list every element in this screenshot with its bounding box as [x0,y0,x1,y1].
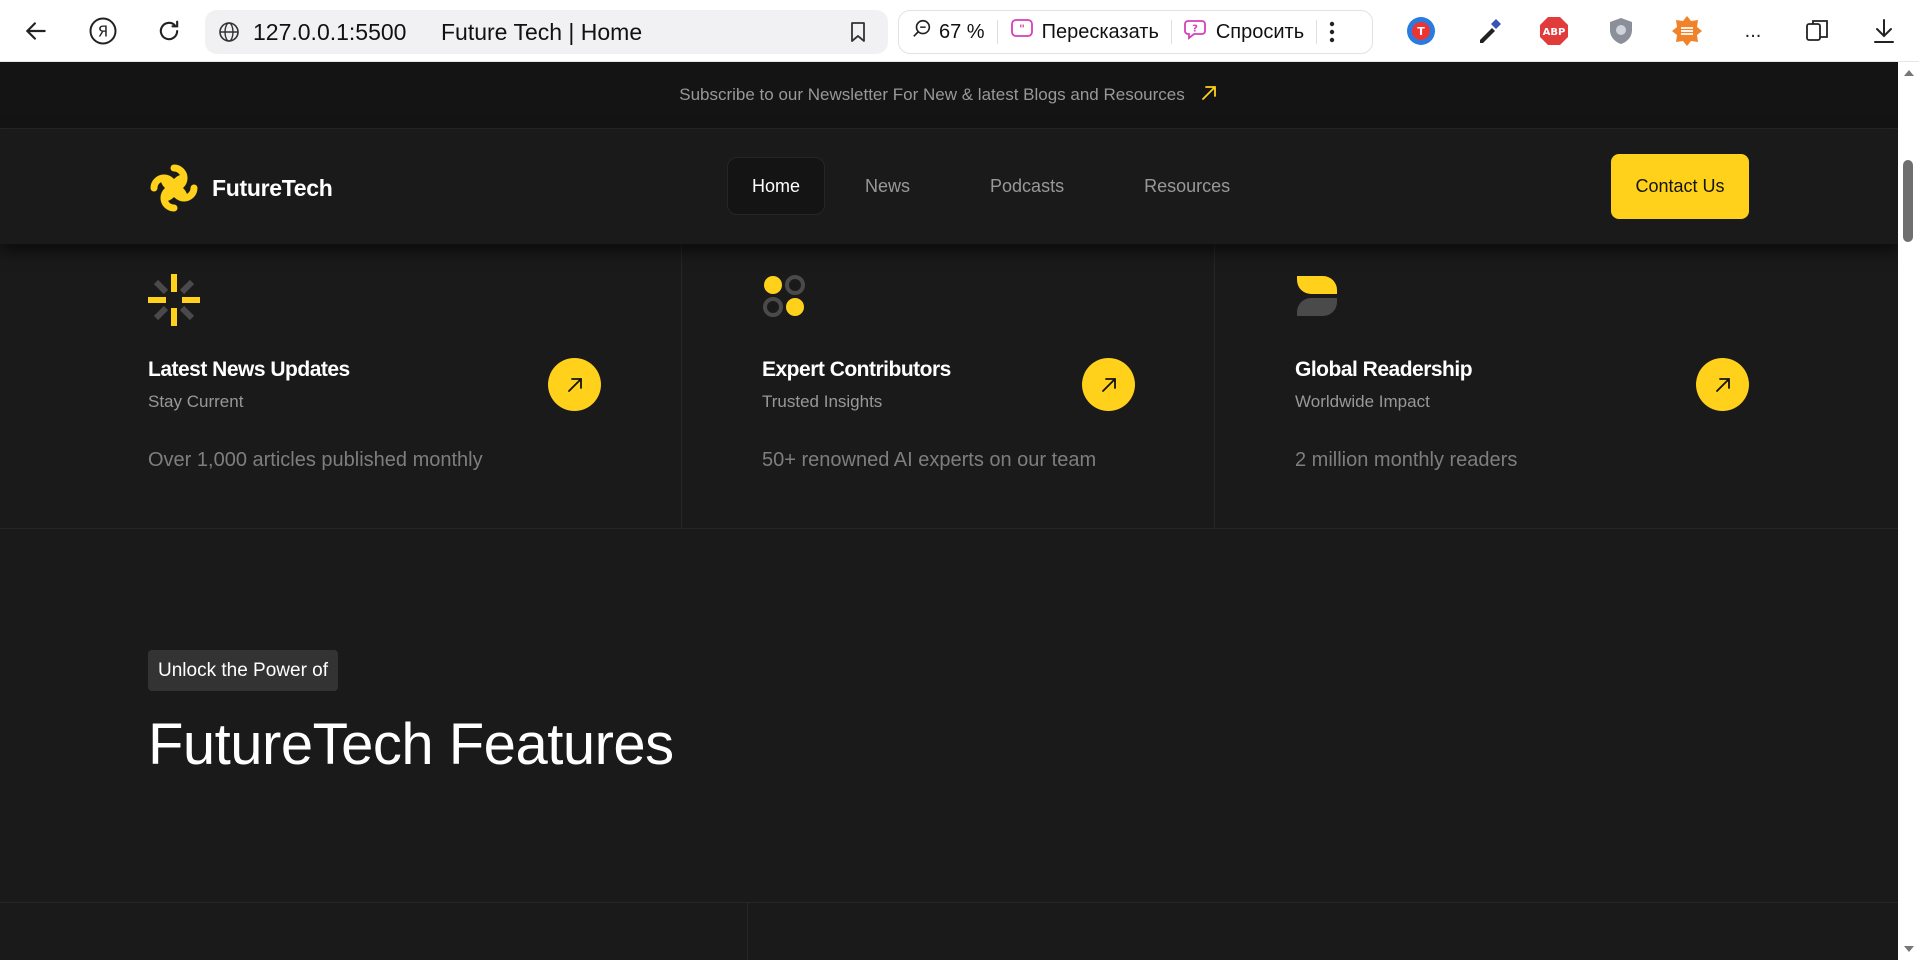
yandex-icon[interactable]: Я [84,12,122,50]
ask-label: Спросить [1215,20,1305,43]
tab-title: Future Tech | Home [441,18,643,45]
nav-resources[interactable]: Resources [1104,157,1270,215]
collections-icon[interactable] [1801,14,1835,48]
back-arrow-icon[interactable] [18,12,54,50]
clover-icon [763,275,805,317]
logo[interactable]: FutureTech [148,162,333,214]
stat-card-news: Latest News Updates Stay Current Over 1,… [0,244,682,529]
sparkle-icon [148,274,200,326]
stat-title: Global Readership [1295,358,1473,381]
nav-podcasts[interactable]: Podcasts [950,157,1104,215]
contact-us-button[interactable]: Contact Us [1611,154,1749,219]
download-icon[interactable] [1867,14,1901,48]
reload-icon[interactable] [150,12,188,50]
svg-text:T: T [1417,25,1425,38]
zoom-level: 67 % [939,20,985,43]
bookmark-icon[interactable] [828,20,888,44]
divider [747,903,748,960]
main-nav: Home News Podcasts Resources [727,157,1270,215]
arrow-up-right-icon[interactable] [1082,358,1135,411]
stat-title: Latest News Updates [148,358,350,381]
stat-description: 2 million monthly readers [1295,449,1518,471]
shield-icon[interactable] [1604,14,1638,48]
stat-subtitle: Trusted Insights [762,392,883,411]
arrow-up-right-icon [1199,83,1219,108]
newsletter-banner[interactable]: Subscribe to our Newsletter For New & la… [0,62,1898,129]
quote-icon: " [1010,17,1036,47]
zoom-icon [911,18,933,46]
banner-text: Subscribe to our Newsletter For New & la… [679,85,1185,104]
nav-news[interactable]: News [825,157,950,215]
browser-ai-toolbar: 67 % " Пересказать ? Спросить [898,10,1373,54]
section-tag: Unlock the Power of [148,650,339,691]
svg-text:?: ? [1192,24,1198,35]
stat-card-readership: Global Readership Worldwide Impact 2 mil… [1215,244,1898,529]
scroll-thumb[interactable] [1903,160,1913,242]
stat-description: 50+ renowned AI experts on our team [762,449,1097,471]
address-bar[interactable]: 127.0.0.1:5500 Future Tech | Home [205,10,888,54]
browser-toolbar: Я 127.0.0.1:5500 Future Tech | Home 67 %… [0,0,1919,62]
svg-text:": " [1019,23,1025,36]
logo-text: FutureTech [212,174,333,201]
svg-text:Я: Я [98,23,108,41]
color-picker-icon[interactable] [1472,14,1506,48]
features-section: Unlock the Power of FutureTech Features [0,529,1898,903]
retell-label: Пересказать [1041,20,1159,43]
stat-subtitle: Stay Current [148,392,244,411]
adblock-label: ABP [1543,27,1566,38]
arrow-up-right-icon[interactable] [1696,358,1749,411]
site-header: FutureTech Home News Podcasts Resources … [0,129,1898,244]
ask-ai-icon: ? [1183,17,1210,47]
retell-button[interactable]: " Пересказать [998,11,1171,53]
zoom-control[interactable]: 67 % [899,11,997,53]
globe-icon [205,20,253,44]
sun-extension-icon[interactable] [1670,14,1704,48]
url-text: 127.0.0.1:5500 [253,18,407,45]
scroll-up-icon[interactable] [1903,68,1915,78]
scroll-down-icon[interactable] [1903,944,1915,954]
section-heading: FutureTech Features [148,712,674,777]
ask-button[interactable]: ? Спросить [1172,11,1316,53]
stat-subtitle: Worldwide Impact [1295,392,1430,411]
leaf-icon [1297,276,1337,316]
futuretech-logo-icon [150,164,198,212]
translate-extension-icon[interactable]: T [1404,14,1438,48]
adblock-icon[interactable]: ABP [1537,14,1571,48]
arrow-up-right-icon[interactable] [548,358,601,411]
more-extensions-button[interactable]: ... [1736,14,1770,48]
page-viewport: Subscribe to our Newsletter For New & la… [0,62,1898,960]
stat-title: Expert Contributors [762,358,951,381]
nav-home[interactable]: Home [727,157,826,215]
more-vertical-icon[interactable] [1317,11,1347,53]
stats-section: Latest News Updates Stay Current Over 1,… [0,244,1898,529]
stat-card-experts: Expert Contributors Trusted Insights 50+… [682,244,1215,529]
stat-description: Over 1,000 articles published monthly [148,449,483,471]
